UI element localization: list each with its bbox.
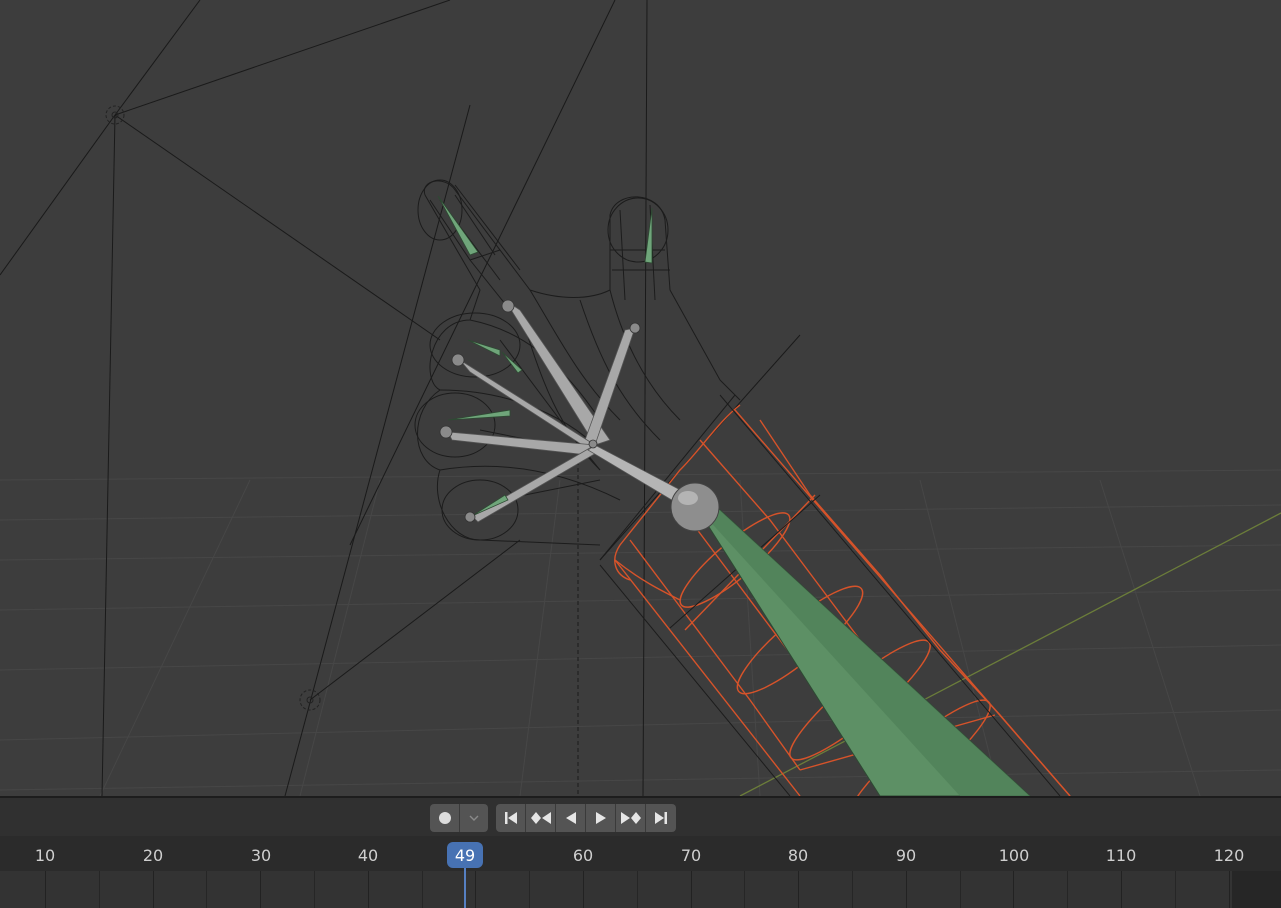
- frame-tick-label: 10: [34, 846, 56, 865]
- timeline-editor: 10 20 30 40 60 70 80 90 100 110 120 49: [0, 796, 1281, 908]
- frame-tick-label: 110: [1105, 846, 1137, 865]
- 3d-viewport[interactable]: [0, 0, 1281, 796]
- frame-tick-label: 120: [1213, 846, 1245, 865]
- frame-grid-line: [798, 871, 799, 908]
- frame-grid-line: [1121, 871, 1122, 908]
- auto-keying-toggle[interactable]: [430, 804, 460, 832]
- record-circle-icon: [438, 812, 451, 824]
- hand-bones: [447, 299, 691, 523]
- play-button[interactable]: [586, 804, 616, 832]
- frame-grid-line: [260, 871, 261, 908]
- frame-grid-line: [1013, 871, 1014, 908]
- jump-start-icon: [504, 812, 517, 824]
- frame-grid-line: [960, 871, 961, 908]
- frame-tick-label: 100: [998, 846, 1030, 865]
- frame-tick-label: 20: [142, 846, 164, 865]
- previous-keyframe-button[interactable]: [526, 804, 556, 832]
- frame-grid-line: [475, 871, 476, 908]
- frame-grid-line: [691, 871, 692, 908]
- next-keyframe-icon: [620, 812, 641, 824]
- chevron-down-icon: [469, 815, 479, 821]
- prev-keyframe-icon: [530, 812, 551, 824]
- current-frame-indicator[interactable]: 49: [447, 842, 483, 868]
- frame-tick-label: 70: [680, 846, 702, 865]
- frame-grid-line: [368, 871, 369, 908]
- frame-grid-line: [637, 871, 638, 908]
- frame-grid-line: [422, 871, 423, 908]
- frame-grid-line: [314, 871, 315, 908]
- frame-grid-line: [583, 871, 584, 908]
- jump-to-end-button[interactable]: [646, 804, 676, 832]
- auto-keying-group: [430, 804, 488, 832]
- transport-group: [496, 804, 676, 832]
- play-icon: [595, 812, 606, 824]
- frame-tick-label: 90: [895, 846, 917, 865]
- timeline-track[interactable]: [0, 871, 1232, 908]
- next-keyframe-button[interactable]: [616, 804, 646, 832]
- frame-grid-line: [45, 871, 46, 908]
- frame-grid-line: [99, 871, 100, 908]
- frame-tick-label: 30: [250, 846, 272, 865]
- frame-grid-line: [1229, 871, 1230, 908]
- frame-grid-line: [906, 871, 907, 908]
- forearm-head-joint: [670, 482, 720, 532]
- frame-grid-line: [529, 871, 530, 908]
- jump-to-start-button[interactable]: [496, 804, 526, 832]
- frame-grid-line: [852, 871, 853, 908]
- timeline-out-of-range: [1232, 871, 1281, 908]
- frame-tick-label: 40: [357, 846, 379, 865]
- frame-tick-label: 80: [787, 846, 809, 865]
- frame-grid-line: [1067, 871, 1068, 908]
- frame-tick-label: 60: [572, 846, 594, 865]
- frame-grid-line: [744, 871, 745, 908]
- frame-grid-line: [1175, 871, 1176, 908]
- keying-options-dropdown[interactable]: [460, 804, 488, 832]
- relationship-lines: [0, 0, 801, 796]
- viewport-scene: [0, 0, 1281, 796]
- frame-grid-line: [206, 871, 207, 908]
- play-reverse-icon: [565, 812, 576, 824]
- play-reverse-button[interactable]: [556, 804, 586, 832]
- playback-controls: [0, 798, 1281, 836]
- jump-end-icon: [655, 812, 667, 824]
- frame-grid-line: [153, 871, 154, 908]
- frame-ruler[interactable]: [0, 836, 1281, 870]
